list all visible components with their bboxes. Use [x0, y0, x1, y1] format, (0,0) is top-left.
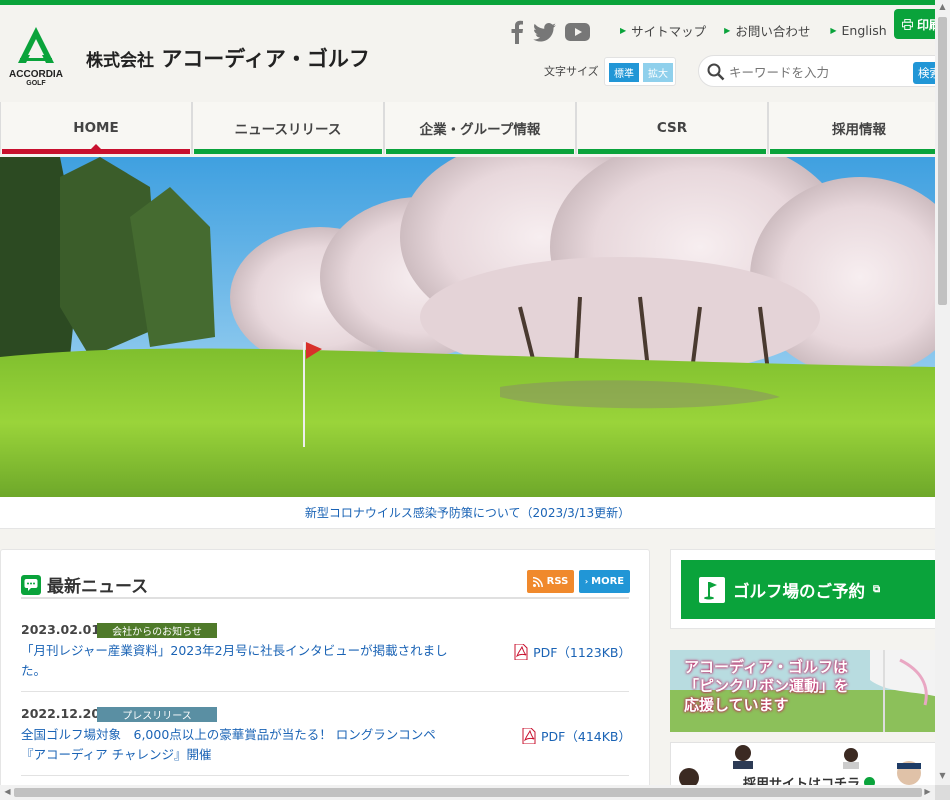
scroll-down-icon[interactable]: ▼	[935, 771, 950, 780]
rss-button[interactable]: RSS	[527, 570, 574, 593]
hero-image	[0, 157, 935, 497]
font-size-standard-button[interactable]: 標準	[609, 63, 639, 82]
company-logo[interactable]: ACCORDIA GOLF	[0, 25, 72, 87]
pink-ribbon-banner[interactable]: アコーディア・ゴルフは 「ピンクリボン運動」を 応援しています	[670, 650, 935, 732]
pink-banner-text: 応援しています	[684, 696, 789, 714]
vertical-scroll-thumb[interactable]	[938, 17, 947, 305]
news-item: 2023.02.01 会社からのお知らせ 「月刊レジャー産業資料」2023年2月…	[21, 622, 631, 682]
nav-csr[interactable]: CSR	[576, 102, 768, 154]
global-nav: HOME ニュースリリース 企業・グループ情報 CSR 採用情報	[0, 102, 935, 154]
more-button[interactable]: › MORE	[579, 570, 630, 593]
scroll-right-icon[interactable]: ▶	[920, 787, 935, 796]
golf-booking-button[interactable]: ゴルフ場のご予約 ⧉	[681, 560, 935, 619]
recruit-banner-text: 採用サイトはコチラ	[743, 777, 861, 785]
logo-mark-icon	[18, 27, 54, 63]
vertical-scrollbar[interactable]: ▲ ▼	[935, 0, 950, 785]
arrow-circle-icon	[864, 777, 876, 785]
latest-news-panel: 最新ニュース RSS › MORE 2023.02.01 会社からのお知らせ 「…	[0, 549, 650, 785]
covid-notice-link[interactable]: 新型コロナウイルス感染予防策について（2023/3/13更新）	[0, 497, 935, 529]
logo-text-sub: GOLF	[26, 80, 46, 87]
booking-box: ゴルフ場のご予約 ⧉	[670, 549, 935, 629]
font-size-switcher: 標準 拡大	[604, 57, 676, 86]
arrow-right-icon: ▶	[620, 26, 627, 35]
nav-recruit[interactable]: 採用情報	[768, 102, 935, 154]
scrollbar-corner	[935, 785, 950, 800]
pdf-icon	[514, 643, 528, 660]
arrow-right-icon: ▶	[830, 26, 837, 35]
pdf-icon	[522, 727, 536, 744]
search-box: 検索	[698, 55, 935, 87]
speech-bubble-icon	[21, 574, 41, 595]
nav-news-release[interactable]: ニュースリリース	[192, 102, 384, 154]
horizontal-scroll-thumb[interactable]	[14, 788, 922, 797]
utility-links: ▶ サイトマップ ▶ お問い合わせ ▶ English	[620, 21, 887, 40]
youtube-icon[interactable]	[564, 19, 590, 45]
recruit-banner[interactable]: 採用サイトはコチラ	[670, 742, 935, 785]
news-separator	[21, 691, 629, 692]
sitemap-link[interactable]: ▶ サイトマップ	[620, 21, 706, 40]
pdf-download-link[interactable]: PDF（1123KB）	[513, 642, 631, 661]
company-name[interactable]: 株式会社 アコーディア・ゴルフ	[86, 43, 370, 73]
company-prefix: 株式会社	[86, 51, 154, 71]
news-category-badge: 会社からのお知らせ	[97, 623, 217, 638]
search-icon	[707, 63, 725, 81]
font-size-label: 文字サイズ	[544, 65, 599, 78]
news-link[interactable]: 全国ゴルフ場対象 6,000点以上の豪華賞品が当たる！ ロングランコンペ『アコー…	[21, 725, 451, 765]
logo-text-main: ACCORDIA	[9, 69, 63, 80]
news-separator	[21, 775, 629, 776]
news-title: 最新ニュース	[47, 577, 149, 597]
english-link[interactable]: ▶ English	[830, 21, 886, 40]
search-input[interactable]	[729, 62, 909, 82]
pink-banner-text: アコーディア・ゴルフは	[684, 658, 848, 676]
facebook-icon[interactable]	[508, 19, 526, 45]
golf-course-photo	[0, 157, 935, 497]
scroll-up-icon[interactable]: ▲	[935, 2, 950, 11]
nav-company-info[interactable]: 企業・グループ情報	[384, 102, 576, 154]
print-button[interactable]: 印刷	[894, 9, 935, 39]
horizontal-scrollbar[interactable]: ◀ ▶	[0, 785, 935, 800]
news-link[interactable]: 「月刊レジャー産業資料」2023年2月号に社長インタビューが掲載されました。	[21, 641, 451, 681]
news-date: 2022.12.20	[21, 706, 101, 721]
pdf-download-link[interactable]: PDF（414KB）	[521, 726, 631, 745]
rss-icon	[532, 576, 543, 587]
page: ACCORDIA GOLF 株式会社 アコーディア・ゴルフ ▶ サイトマップ ▶ お…	[0, 5, 935, 785]
news-item: 2022.12.20 プレスリリース 全国ゴルフ場対象 6,000点以上の豪華賞…	[21, 706, 631, 766]
news-heading: 最新ニュース	[21, 572, 148, 597]
nav-home[interactable]: HOME	[0, 102, 192, 154]
news-divider	[21, 597, 629, 599]
font-size-large-button[interactable]: 拡大	[643, 63, 673, 82]
printer-icon	[902, 18, 913, 30]
arrow-right-icon: ▶	[724, 26, 731, 35]
pink-banner-text: 「ピンクリボン運動」を	[684, 677, 850, 695]
twitter-icon[interactable]	[532, 19, 556, 45]
golf-flag-icon	[699, 576, 725, 603]
news-category-badge: プレスリリース	[97, 707, 217, 722]
news-date: 2023.02.01	[21, 622, 101, 637]
company-title: アコーディア・ゴルフ	[161, 47, 370, 71]
chevron-right-icon: ›	[584, 577, 589, 586]
scroll-left-icon[interactable]: ◀	[0, 787, 15, 796]
external-link-icon: ⧉	[873, 584, 881, 595]
contact-link[interactable]: ▶ お問い合わせ	[724, 21, 810, 40]
search-button[interactable]: 検索	[913, 62, 935, 84]
